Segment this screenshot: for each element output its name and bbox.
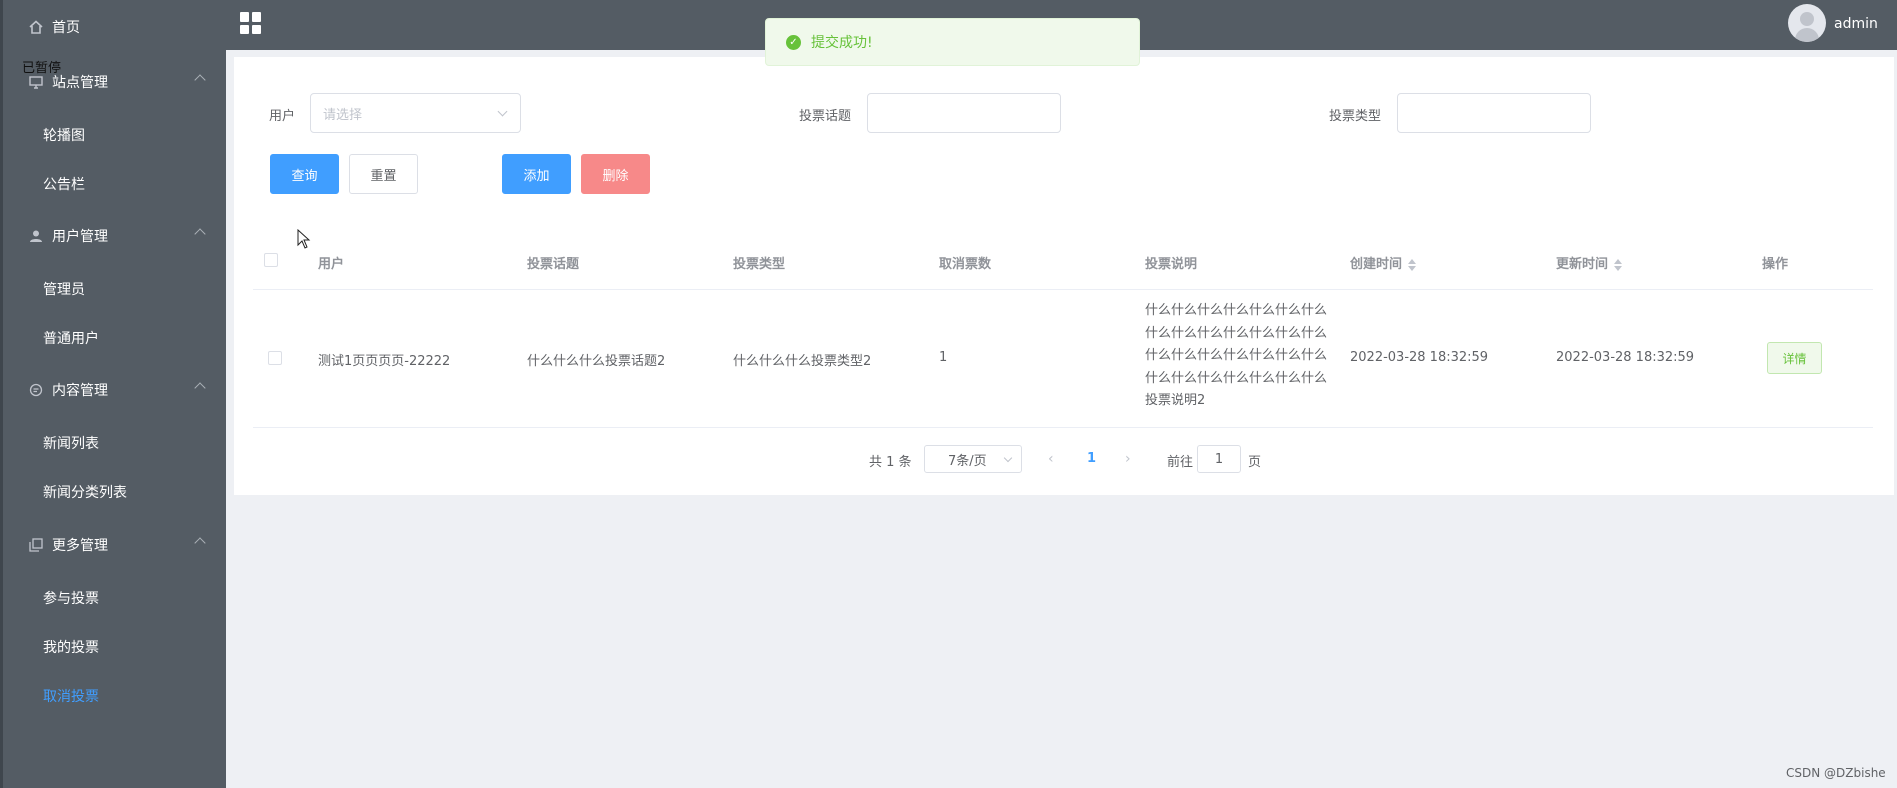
column-header-created[interactable]: 创建时间 xyxy=(1350,253,1417,272)
sidebar-item-label: 新闻列表 xyxy=(43,436,99,452)
chevron-up-icon xyxy=(194,74,206,86)
next-page-icon[interactable]: › xyxy=(1125,451,1131,467)
column-header-actions: 操作 xyxy=(1762,257,1789,272)
watermark: CSDN @DZbishe xyxy=(1786,766,1886,780)
column-header-description: 投票说明 xyxy=(1145,257,1198,272)
cell-user: 测试1页页页页-22222 xyxy=(318,354,451,369)
cell-topic: 什么什么什么投票话题2 xyxy=(527,354,666,369)
home-icon xyxy=(28,19,44,35)
prev-page-icon[interactable]: ‹ xyxy=(1048,451,1054,467)
grid-menu-icon[interactable] xyxy=(240,12,262,34)
success-toast: ✓ 提交成功! xyxy=(765,18,1140,66)
sidebar-item-notice[interactable]: 公告栏 xyxy=(3,164,226,204)
sidebar-item-join-vote[interactable]: 参与投票 xyxy=(3,578,226,618)
sidebar-item-carousel[interactable]: 轮播图 xyxy=(3,115,226,155)
column-header-label: 创建时间 xyxy=(1350,257,1403,272)
sidebar-item-cancel-vote[interactable]: 取消投票 xyxy=(3,676,226,716)
topic-input[interactable] xyxy=(867,93,1061,133)
sidebar-item-label: 轮播图 xyxy=(43,128,85,144)
sidebar-item-label: 公告栏 xyxy=(43,177,85,193)
column-header-topic: 投票话题 xyxy=(527,257,580,272)
success-check-icon: ✓ xyxy=(786,34,801,50)
avatar[interactable] xyxy=(1788,4,1826,42)
table-row-divider xyxy=(253,427,1873,428)
sidebar-group-content[interactable]: 内容管理 xyxy=(3,370,226,410)
sidebar-item-label: 新闻分类列表 xyxy=(43,485,127,501)
column-header-user: 用户 xyxy=(318,257,345,272)
sort-icon[interactable] xyxy=(1408,258,1417,271)
sidebar-group-label: 更多管理 xyxy=(52,538,108,554)
query-button[interactable]: 查询 xyxy=(270,154,339,194)
detail-button[interactable]: 详情 xyxy=(1767,342,1822,374)
chevron-down-icon xyxy=(497,106,508,117)
column-header-cancel-count: 取消票数 xyxy=(939,257,992,272)
column-header-type: 投票类型 xyxy=(733,257,786,272)
cell-created: 2022-03-28 18:32:59 xyxy=(1350,350,1489,365)
toast-message: 提交成功! xyxy=(811,35,873,51)
cell-description: 什么什么什么什么什么什么什么什么什么什么什么什么什么什么什么什么什么什么什么什么… xyxy=(1145,303,1328,408)
column-header-label: 更新时间 xyxy=(1556,257,1609,272)
reset-button[interactable]: 重置 xyxy=(349,154,418,194)
chevron-down-icon xyxy=(1003,453,1013,463)
monitor-icon xyxy=(28,74,44,90)
sidebar-item-label: 普通用户 xyxy=(43,331,99,347)
sidebar-item-label: 我的投票 xyxy=(43,640,99,656)
sidebar-item-admins[interactable]: 管理员 xyxy=(3,269,226,309)
sidebar-item-news-list[interactable]: 新闻列表 xyxy=(3,423,226,463)
sidebar-item-normal-users[interactable]: 普通用户 xyxy=(3,318,226,358)
add-button[interactable]: 添加 xyxy=(502,154,571,194)
chevron-up-icon xyxy=(194,382,206,394)
chat-icon xyxy=(28,382,44,398)
sidebar-group-label: 内容管理 xyxy=(52,383,108,399)
sidebar-item-label: 参与投票 xyxy=(43,591,99,607)
sidebar-item-home[interactable]: 首页 xyxy=(3,7,226,47)
user-filter-label: 用户 xyxy=(269,109,296,124)
sidebar: 首页 站点管理 轮播图 公告栏 用户管理 管理员 普通用户 内容管理 新闻列表 … xyxy=(0,0,226,788)
sidebar-group-users[interactable]: 用户管理 xyxy=(3,216,226,256)
paused-overlay-label: 已暂停 xyxy=(22,61,62,76)
cell-updated: 2022-03-28 18:32:59 xyxy=(1556,350,1695,365)
user-select[interactable]: 请选择 xyxy=(310,93,521,133)
mouse-cursor-icon xyxy=(297,229,311,249)
sidebar-group-label: 用户管理 xyxy=(52,229,108,245)
sidebar-item-news-categories[interactable]: 新闻分类列表 xyxy=(3,472,226,512)
topic-filter-label: 投票话题 xyxy=(799,109,852,124)
pagination-total: 共 1 条 xyxy=(869,455,912,470)
delete-button[interactable]: 删除 xyxy=(581,154,650,194)
page-size-select[interactable]: 7条/页 xyxy=(924,445,1022,473)
page-size-value: 7条/页 xyxy=(948,453,987,469)
sidebar-item-label: 首页 xyxy=(52,20,80,36)
type-input[interactable] xyxy=(1397,93,1591,133)
sidebar-item-label: 取消投票 xyxy=(43,689,99,705)
row-checkbox[interactable] xyxy=(268,351,282,365)
select-all-checkbox[interactable] xyxy=(264,253,278,267)
sidebar-item-label: 管理员 xyxy=(43,282,85,298)
chevron-up-icon xyxy=(194,228,206,240)
sort-icon[interactable] xyxy=(1614,258,1623,271)
header-username[interactable]: admin xyxy=(1834,16,1878,32)
cell-cancel-count: 1 xyxy=(939,350,948,365)
user-select-placeholder: 请选择 xyxy=(323,107,363,123)
cell-type: 什么什么什么投票类型2 xyxy=(733,354,872,369)
page-suffix: 页 xyxy=(1248,455,1262,470)
goto-page-input[interactable]: 1 xyxy=(1197,445,1241,473)
column-header-updated[interactable]: 更新时间 xyxy=(1556,253,1623,272)
goto-label: 前往 xyxy=(1167,455,1194,470)
copy-icon xyxy=(28,537,44,553)
current-page[interactable]: 1 xyxy=(1087,451,1096,466)
table-header-divider xyxy=(253,289,1873,290)
sidebar-item-my-votes[interactable]: 我的投票 xyxy=(3,627,226,667)
user-icon xyxy=(28,228,44,244)
chevron-up-icon xyxy=(194,537,206,549)
type-filter-label: 投票类型 xyxy=(1329,109,1382,124)
sidebar-group-more[interactable]: 更多管理 xyxy=(3,525,226,565)
